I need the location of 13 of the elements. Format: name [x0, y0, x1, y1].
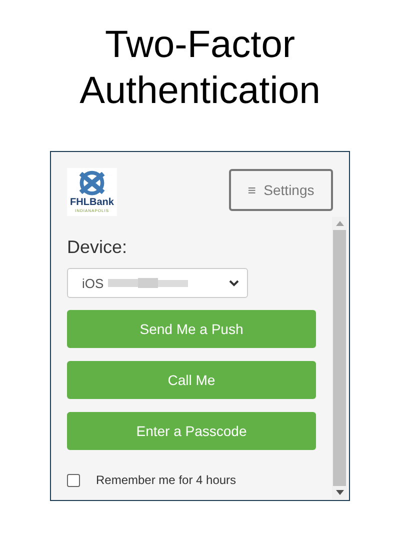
- remember-checkbox[interactable]: [67, 474, 80, 486]
- logo-text: FHLBank: [70, 198, 114, 208]
- device-label: Device:: [67, 237, 128, 258]
- device-select[interactable]: iOS: [67, 268, 248, 298]
- scrollbar[interactable]: [332, 217, 347, 499]
- chevron-down-icon: [229, 280, 239, 286]
- action-button[interactable]: Call Me: [67, 361, 316, 399]
- page-title: Two-Factor Authentication: [78, 23, 322, 114]
- action-button[interactable]: Send Me a Push: [67, 310, 316, 348]
- settings-button[interactable]: ≡ Settings: [229, 169, 333, 211]
- scroll-down-icon[interactable]: [336, 490, 344, 496]
- remember-label: Remember me for 4 hours: [96, 473, 236, 487]
- action-button[interactable]: Enter a Passcode: [67, 412, 316, 450]
